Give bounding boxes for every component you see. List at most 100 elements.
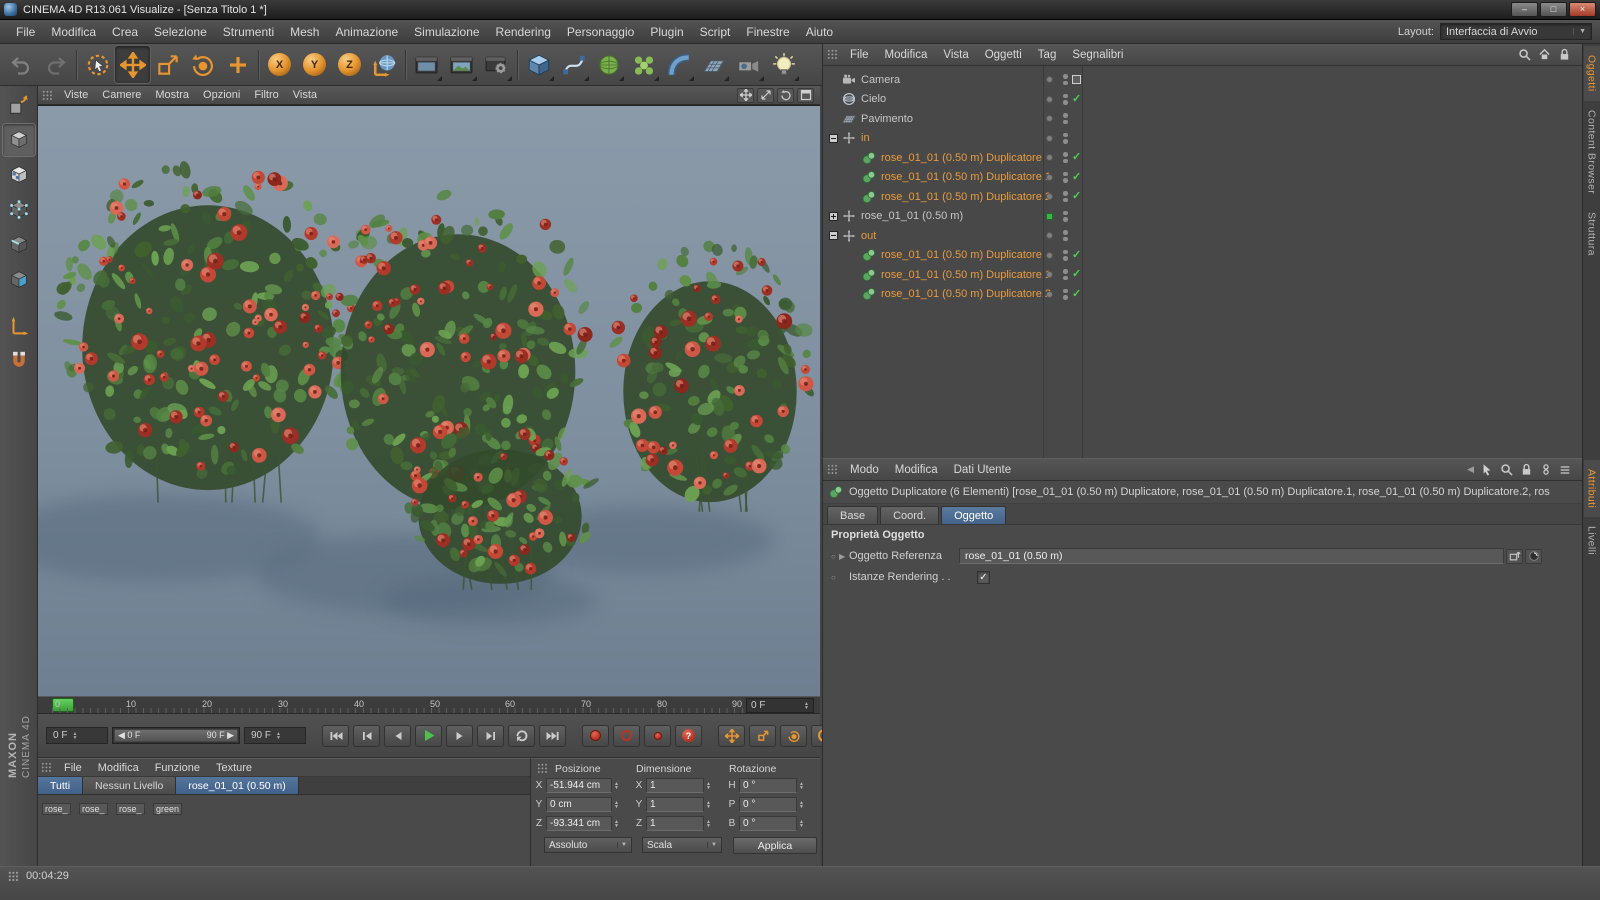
play-button[interactable] bbox=[415, 725, 442, 747]
material-item[interactable]: rose_ bbox=[42, 799, 77, 817]
material-menu-item[interactable]: Modifica bbox=[90, 761, 147, 775]
enable-dot[interactable] bbox=[1046, 291, 1053, 298]
key-scale-button[interactable] bbox=[749, 725, 776, 747]
object-tree-row[interactable]: Pavimento ✓ bbox=[823, 109, 1582, 129]
object-manager-menu-item[interactable]: Tag bbox=[1030, 47, 1065, 63]
end-frame-field[interactable]: 90 F▲▼ bbox=[244, 727, 306, 744]
material-name[interactable]: rose_ bbox=[42, 803, 71, 815]
prev-frame-button[interactable] bbox=[384, 725, 411, 747]
menu-item[interactable]: Aiuto bbox=[798, 22, 841, 42]
menu-item[interactable]: Selezione bbox=[146, 22, 215, 42]
dimension-field[interactable]: 1 bbox=[646, 778, 704, 793]
live-selection-tool[interactable] bbox=[80, 46, 115, 83]
attribute-menu-item[interactable]: Modo bbox=[842, 462, 887, 478]
material-layer-tab[interactable]: Nessun Livello bbox=[83, 777, 176, 794]
rotation-field[interactable]: 0 ° bbox=[739, 816, 797, 831]
deformer-button[interactable] bbox=[661, 46, 696, 83]
expander-toggle[interactable] bbox=[829, 231, 838, 240]
range-pill[interactable]: ◀ 0 F 90 F ▶ bbox=[114, 729, 238, 742]
side-tab[interactable]: Content Browser bbox=[1584, 101, 1600, 203]
close-button[interactable]: × bbox=[1569, 2, 1596, 17]
viewport-menu-item[interactable]: Mostra bbox=[148, 87, 196, 103]
stepper-arrows-icon[interactable]: ▲▼ bbox=[706, 782, 711, 790]
object-tree-row[interactable]: rose_01_01 (0.50 m) ✓ bbox=[823, 207, 1582, 227]
minimize-button[interactable]: – bbox=[1511, 2, 1538, 17]
material-name[interactable]: green bbox=[153, 803, 182, 815]
stepper-arrows-icon[interactable]: ▲▼ bbox=[276, 732, 281, 740]
object-tree-row[interactable]: rose_01_01 (0.50 m) Duplicatore.1 ✓ bbox=[823, 265, 1582, 285]
link-up-icon[interactable] bbox=[1506, 549, 1523, 564]
keyframe-selection-button[interactable] bbox=[644, 725, 671, 747]
stepper-arrows-icon[interactable]: ▲▼ bbox=[614, 801, 619, 809]
reference-link-field[interactable]: rose_01_01 (0.50 m) bbox=[959, 548, 1504, 564]
object-manager-menu-item[interactable]: Modifica bbox=[877, 47, 936, 63]
layout-dropdown[interactable]: Interfaccia di Avvio ▼ bbox=[1440, 23, 1592, 40]
caret-icon[interactable]: ▶ bbox=[839, 552, 849, 561]
current-frame-field[interactable]: 0 F▲▼ bbox=[46, 727, 108, 744]
panel-grip[interactable] bbox=[537, 763, 548, 774]
object-tree-row[interactable]: rose_01_01 (0.50 m) Duplicatore.2 ✓ bbox=[823, 187, 1582, 207]
primitive-cube-button[interactable] bbox=[521, 46, 556, 83]
object-tree-row[interactable]: out ✓ bbox=[823, 226, 1582, 246]
prev-key-button[interactable] bbox=[353, 725, 380, 747]
stepper-arrows-icon[interactable]: ▲▼ bbox=[799, 801, 804, 809]
visibility-dots[interactable] bbox=[1063, 94, 1068, 105]
stepper-arrows-icon[interactable]: ▲▼ bbox=[799, 782, 804, 790]
search-icon[interactable] bbox=[1518, 48, 1531, 61]
points-mode-button[interactable] bbox=[3, 194, 35, 226]
material-item[interactable]: green bbox=[153, 799, 188, 817]
enable-dot[interactable] bbox=[1046, 213, 1053, 220]
visibility-dots[interactable] bbox=[1063, 133, 1068, 144]
viewport-rotate-icon[interactable] bbox=[777, 88, 794, 103]
menu-item[interactable]: Personaggio bbox=[559, 22, 642, 42]
dimension-field[interactable]: 1 bbox=[646, 816, 704, 831]
attribute-menu-item[interactable]: Dati Utente bbox=[946, 462, 1020, 478]
lock-z-button[interactable]: Z bbox=[332, 46, 367, 83]
viewport-menu-item[interactable]: Vista bbox=[286, 87, 324, 103]
visibility-dots[interactable] bbox=[1063, 269, 1068, 280]
menu-item[interactable]: Crea bbox=[104, 22, 146, 42]
object-tree-row[interactable]: Cielo ✓ bbox=[823, 90, 1582, 110]
make-editable-button[interactable] bbox=[3, 89, 35, 121]
key-rotation-button[interactable] bbox=[780, 725, 807, 747]
position-field[interactable]: -93.341 cm bbox=[546, 816, 612, 831]
stepper-arrows-icon[interactable]: ▲▼ bbox=[614, 820, 619, 828]
panel-grip[interactable] bbox=[827, 464, 838, 475]
light-button[interactable] bbox=[766, 46, 801, 83]
material-item[interactable]: rose_ bbox=[79, 799, 114, 817]
apply-button[interactable]: Applica bbox=[733, 837, 817, 854]
menu-item[interactable]: File bbox=[8, 22, 43, 42]
maximize-button[interactable]: □ bbox=[1540, 2, 1567, 17]
move-tool[interactable] bbox=[115, 46, 150, 83]
render-view-button[interactable] bbox=[409, 46, 444, 83]
next-key-button[interactable] bbox=[477, 725, 504, 747]
enable-dot[interactable] bbox=[1046, 154, 1053, 161]
floor-button[interactable] bbox=[696, 46, 731, 83]
rotation-field[interactable]: 0 ° bbox=[739, 778, 797, 793]
material-menu-item[interactable]: Texture bbox=[208, 761, 260, 775]
object-manager-menu-item[interactable]: Oggetti bbox=[977, 47, 1030, 63]
pointer-icon[interactable] bbox=[1481, 463, 1493, 476]
mograph-button[interactable] bbox=[626, 46, 661, 83]
attribute-menu-item[interactable]: Modifica bbox=[887, 462, 946, 478]
enable-dot[interactable] bbox=[1046, 271, 1053, 278]
position-field[interactable]: -51.944 cm bbox=[546, 778, 612, 793]
link-icon[interactable] bbox=[1540, 463, 1552, 476]
viewport-canvas[interactable] bbox=[38, 105, 820, 696]
enable-dot[interactable] bbox=[1046, 115, 1053, 122]
polygons-mode-button[interactable] bbox=[3, 264, 35, 296]
expander-toggle[interactable] bbox=[829, 134, 838, 143]
object-tree-row[interactable]: Camera ✓ bbox=[823, 70, 1582, 90]
attribute-tab[interactable]: Coord. bbox=[880, 506, 939, 524]
object-manager-menu-item[interactable]: Vista bbox=[935, 47, 976, 63]
viewport-menu-item[interactable]: Camere bbox=[95, 87, 148, 103]
scale-mode-dropdown[interactable]: Scala▼ bbox=[642, 837, 722, 853]
coordinate-system-button[interactable] bbox=[367, 46, 402, 83]
viewport-pan-icon[interactable] bbox=[737, 88, 754, 103]
material-item[interactable]: rose_ bbox=[116, 799, 151, 817]
enable-dot[interactable] bbox=[1046, 193, 1053, 200]
visibility-dots[interactable] bbox=[1063, 230, 1068, 241]
viewport-menu-item[interactable]: Viste bbox=[57, 87, 95, 103]
visibility-dots[interactable] bbox=[1063, 191, 1068, 202]
visibility-dots[interactable] bbox=[1063, 172, 1068, 183]
